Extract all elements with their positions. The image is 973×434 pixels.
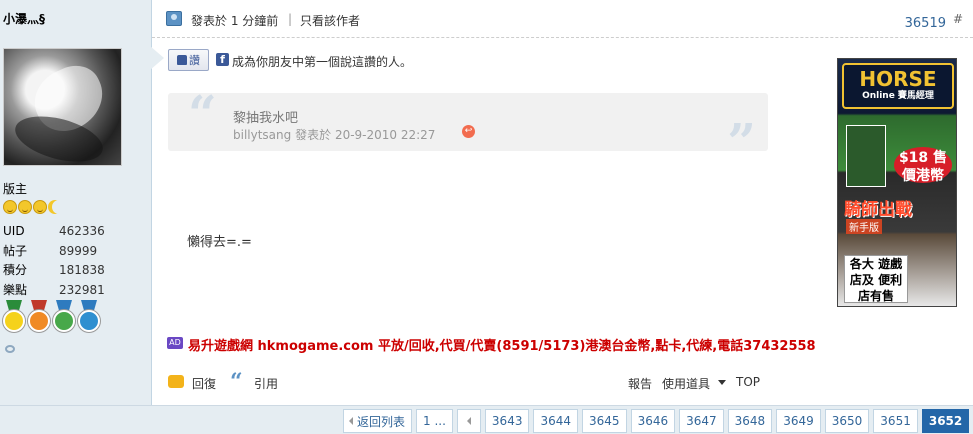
back-to-list-button[interactable]: 返回列表 <box>343 409 413 433</box>
moon-icon <box>52 200 66 214</box>
quote-text: 黎抽我水吧 <box>233 111 299 126</box>
medal-blue-icon[interactable] <box>78 300 100 334</box>
report-link[interactable]: 報告 <box>628 375 652 392</box>
quote-icon[interactable]: “ <box>230 369 243 395</box>
post-actions: 回復 “ 引用 報告 使用道具 TOP <box>152 366 973 400</box>
prev-page-button[interactable] <box>456 409 481 433</box>
medal-green-icon[interactable] <box>53 300 75 334</box>
chevron-down-icon[interactable] <box>718 380 726 385</box>
like-button-label: 讚 <box>189 54 200 67</box>
page-link[interactable]: 3647 <box>679 409 724 433</box>
page-link[interactable]: 3649 <box>776 409 821 433</box>
sponsor-link[interactable]: 易升遊戲網 hkmogame.com 平放/回收,代買/代賣(8591/5173… <box>188 335 816 354</box>
post-hash: # <box>952 12 963 26</box>
stat-row: UID 462336 <box>3 222 105 242</box>
smiley-icon <box>33 200 47 214</box>
use-tools-menu[interactable]: 使用道具 <box>662 375 710 392</box>
ad-game-box <box>846 125 886 187</box>
page-link[interactable]: 3651 <box>873 409 918 433</box>
ad-subtitle: 新手版 <box>846 219 882 234</box>
quote-button[interactable]: 引用 <box>254 375 278 392</box>
author-stats: UID 462336 帖子 89999 積分 181838 樂點 232981 <box>3 222 105 300</box>
pagination-bar: 返回列表 1 ... 3643 3644 3645 3646 3647 3648 3649 3… <box>0 405 973 434</box>
avatar[interactable] <box>3 48 122 166</box>
game-ad-banner[interactable]: HORSE Online 賽馬經理 $18 售價港幣 騎師出戰 新手版 各大 遊戲… <box>837 58 957 307</box>
page-link[interactable]: 3643 <box>484 409 530 433</box>
stat-label: 帖子 <box>3 243 28 258</box>
smiley-icon <box>18 200 32 214</box>
header-separator: | <box>288 12 293 26</box>
author-role: 版主 <box>3 182 28 196</box>
current-page: 3652 <box>921 409 970 433</box>
ad-price: $18 售價港幣 <box>894 147 952 184</box>
ad-title: 騎師出戰 <box>844 200 912 220</box>
post-header: 發表於 1 分鐘前 | 只看該作者 36519 # <box>152 0 973 38</box>
stat-value: 462336 <box>59 224 105 238</box>
thumbs-up-icon <box>177 55 187 65</box>
stat-label: UID <box>3 224 25 238</box>
only-author-link[interactable]: 只看該作者 <box>300 12 360 29</box>
close-quote-icon: ” <box>727 112 756 171</box>
chevron-left-icon <box>349 417 353 425</box>
open-quote-icon: “ <box>188 84 217 143</box>
author-panel: 小瀑灬§ 版主 UID 462336 帖子 89999 積分 181838 樂點 232… <box>0 0 152 405</box>
stat-value: 181838 <box>59 263 105 277</box>
stat-label: 樂點 <box>3 282 28 297</box>
page-link[interactable]: 3648 <box>727 409 773 433</box>
post-time: 發表於 1 分鐘前 <box>191 14 279 28</box>
stat-value: 232981 <box>59 282 105 297</box>
online-user-icon <box>166 11 182 26</box>
like-button[interactable]: 讚 <box>168 49 209 71</box>
author-name[interactable]: 小瀑灬§ <box>3 10 45 27</box>
medal-list <box>3 300 100 334</box>
like-prompt: 成為你朋友中第一個說這讚的人。 <box>232 55 413 69</box>
ad-shops: 各大 遊戲店及 便利店有售 <box>844 255 908 303</box>
stat-row: 樂點 232981 <box>3 281 105 301</box>
page-link[interactable]: 3644 <box>533 409 579 433</box>
post-content: 懶得去=.= <box>187 235 252 250</box>
quote-meta: billytsang 發表於 20-9-2010 22:27 <box>233 128 436 142</box>
reply-icon[interactable] <box>168 375 184 388</box>
reply-button[interactable]: 回復 <box>192 375 216 392</box>
smiley-icon <box>3 200 17 214</box>
page-first-link[interactable]: 1 ... <box>416 409 453 433</box>
page-link[interactable]: 3646 <box>630 409 676 433</box>
jump-to-post-icon[interactable]: ↩ <box>462 125 475 138</box>
online-status-icon <box>5 345 15 353</box>
medal-orange-icon[interactable] <box>28 300 50 334</box>
post-number[interactable]: 36519 <box>905 16 946 31</box>
facebook-icon: f <box>216 53 229 66</box>
top-link[interactable]: TOP <box>736 375 760 389</box>
ad-tag-icon: AD <box>167 337 183 349</box>
stat-value[interactable]: 89999 <box>59 242 97 262</box>
forum-post-page: 小瀑灬§ 版主 UID 462336 帖子 89999 積分 181838 樂點 232… <box>0 0 973 434</box>
stat-row: 積分 181838 <box>3 261 105 281</box>
pagination: 返回列表 1 ... 3643 3644 3645 3646 3647 3648 3649 3… <box>343 409 970 433</box>
page-link[interactable]: 3645 <box>582 409 627 433</box>
panel-pointer <box>150 46 164 70</box>
medal-5-icon[interactable] <box>3 300 25 334</box>
stat-row: 帖子 89999 <box>3 242 105 262</box>
page-link[interactable]: 3650 <box>824 409 870 433</box>
quote-block: “ ” 黎抽我水吧 billytsang 發表於 20-9-2010 22:27… <box>168 89 768 167</box>
stat-label: 積分 <box>3 263 28 277</box>
rank-stars <box>3 200 66 214</box>
chevron-left-icon <box>466 417 471 425</box>
ad-logo: HORSE Online 賽馬經理 <box>842 63 954 109</box>
